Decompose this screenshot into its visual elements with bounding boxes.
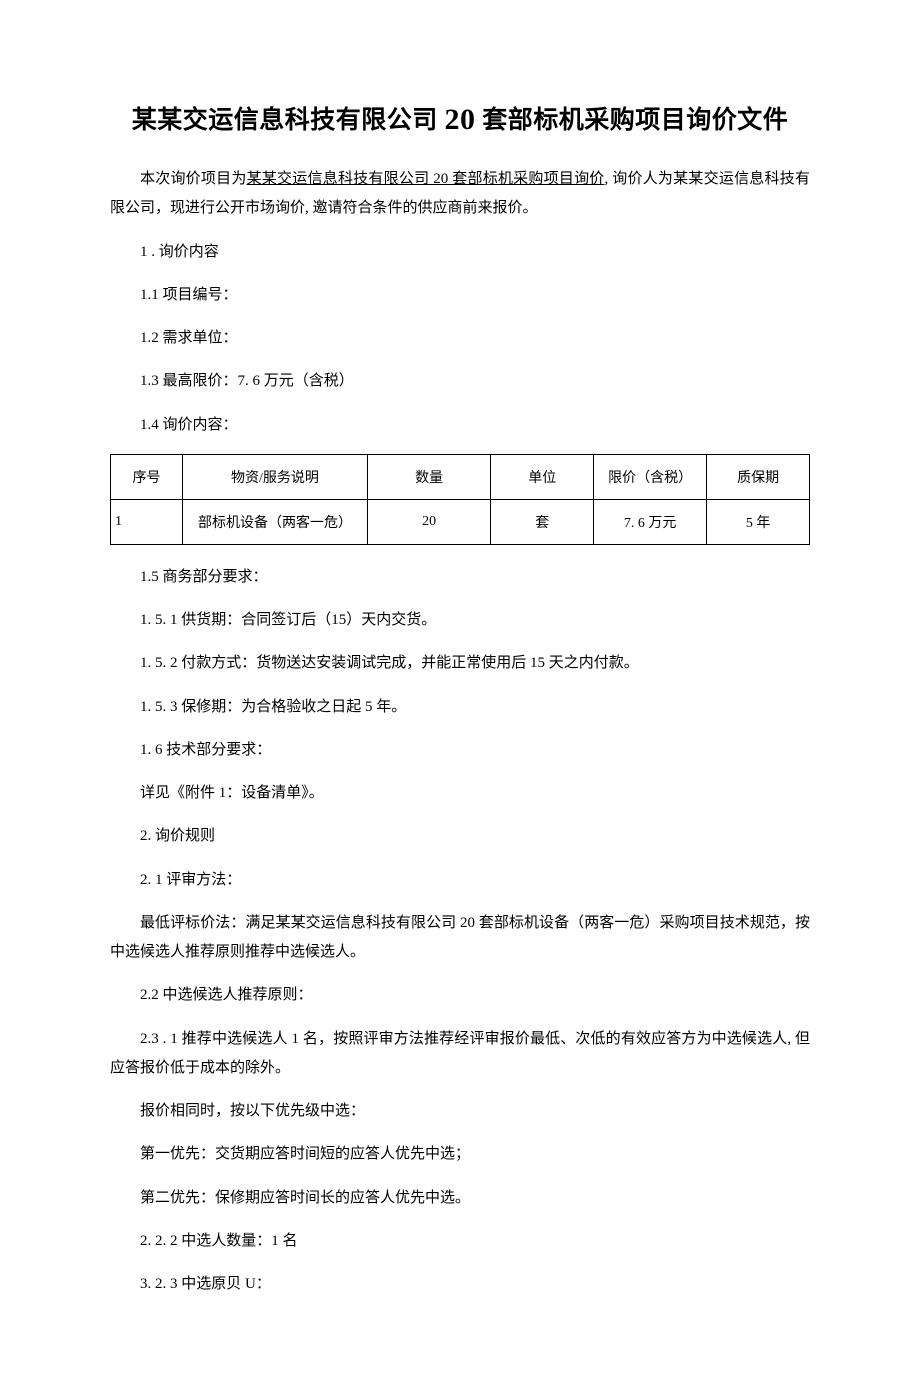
item-1-6-detail: 详见《附件 1：设备清单》。 (110, 779, 810, 808)
item-2-2-1b: 报价相同时，按以下优先级中选： (110, 1097, 810, 1126)
section-1-heading: 1 . 询价内容 (110, 238, 810, 267)
col-price-header: 限价（含税） (594, 454, 707, 499)
item-1-5: 1.5 商务部分要求： (110, 563, 810, 592)
item-1-3: 1.3 最高限价：7. 6 万元（含税） (110, 367, 810, 396)
item-2-1: 2. 1 评审方法： (110, 866, 810, 895)
table-header-row: 序号 物资/服务说明 数量 单位 限价（含税） 质保期 (111, 454, 810, 499)
title-suffix: 套部标机采购项目询价文件 (482, 107, 788, 134)
table-row: 1 部标机设备（两客一危） 20 套 7. 6 万元 5 年 (111, 499, 810, 544)
section-2-heading: 2. 询价规则 (110, 822, 810, 851)
col-desc-header: 物资/服务说明 (182, 454, 367, 499)
cell-price: 7. 6 万元 (594, 499, 707, 544)
item-2-2-1d: 第二优先：保修期应答时间长的应答人优先中选。 (110, 1184, 810, 1213)
title-number: 20 (445, 103, 476, 136)
cell-unit: 套 (491, 499, 594, 544)
col-qty-header: 数量 (367, 454, 490, 499)
item-2-2-1c: 第一优先：交货期应答时间短的应答人优先中选； (110, 1140, 810, 1169)
item-1-1: 1.1 项目编号： (110, 281, 810, 310)
cell-desc: 部标机设备（两客一危） (182, 499, 367, 544)
cell-qty: 20 (367, 499, 490, 544)
item-1-5-2: 1. 5. 2 付款方式：货物送达安装调试完成，并能正常使用后 15 天之内付款… (110, 649, 810, 678)
intro-prefix: 本次询价项目为 (140, 171, 247, 187)
col-unit-header: 单位 (491, 454, 594, 499)
quotation-table: 序号 物资/服务说明 数量 单位 限价（含税） 质保期 1 部标机设备（两客一危… (110, 454, 810, 545)
item-2-2-2: 2. 2. 2 中选人数量：1 名 (110, 1227, 810, 1256)
intro-paragraph: 本次询价项目为某某交运信息科技有限公司 20 套部标机采购项目询价, 询价人为某… (110, 165, 810, 224)
item-2-2: 2.2 中选候选人推荐原则： (110, 981, 810, 1010)
item-1-6: 1. 6 技术部分要求： (110, 736, 810, 765)
col-seq-header: 序号 (111, 454, 183, 499)
col-warranty-header: 质保期 (707, 454, 810, 499)
item-2-2-3: 3. 2. 3 中选原贝 U： (110, 1270, 810, 1299)
cell-warranty: 5 年 (707, 499, 810, 544)
item-1-2: 1.2 需求单位： (110, 324, 810, 353)
item-1-5-1: 1. 5. 1 供货期：合同签订后（15）天内交货。 (110, 606, 810, 635)
title-prefix: 某某交运信息科技有限公司 (132, 107, 438, 134)
page-title: 某某交运信息科技有限公司 20 套部标机采购项目询价文件 (110, 100, 810, 137)
item-2-1-detail: 最低评标价法：满足某某交运信息科技有限公司 20 套部标机设备（两客一危）采购项… (110, 909, 810, 968)
item-1-4: 1.4 询价内容： (110, 411, 810, 440)
cell-seq: 1 (111, 499, 183, 544)
item-1-5-3: 1. 5. 3 保修期：为合格验收之日起 5 年。 (110, 693, 810, 722)
item-2-2-1: 2.3 . 1 推荐中选候选人 1 名，按照评审方法推荐经评审报价最低、次低的有… (110, 1025, 810, 1084)
intro-project-name: 某某交运信息科技有限公司 20 套部标机采购项目询价 (247, 171, 605, 187)
document-page: 某某交运信息科技有限公司 20 套部标机采购项目询价文件 本次询价项目为某某交运… (0, 0, 920, 1373)
